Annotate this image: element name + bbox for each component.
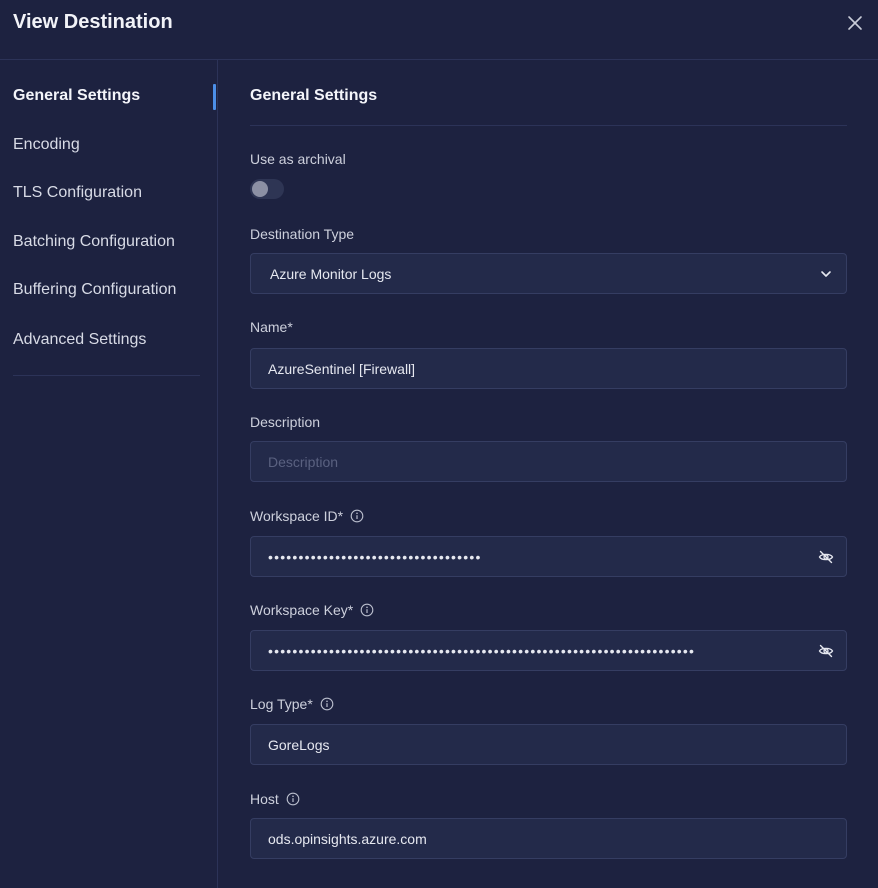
sidebar-item-advanced-settings[interactable]: Advanced Settings (13, 331, 146, 349)
dialog-header: View Destination (0, 0, 878, 60)
section-title: General Settings (250, 87, 378, 104)
sidebar-item-tls-configuration[interactable]: TLS Configuration (13, 184, 142, 202)
workspace-key-label: Workspace Key* (250, 602, 374, 618)
destination-type-select[interactable]: Azure Monitor Logs (250, 253, 847, 294)
info-icon[interactable] (350, 509, 364, 523)
archival-label: Use as archival (250, 151, 346, 167)
log-type-value: GoreLogs (268, 736, 330, 753)
info-icon[interactable] (320, 697, 334, 711)
destination-type-label: Destination Type (250, 226, 355, 242)
settings-sidebar: General Settings Encoding TLS Configurat… (0, 60, 218, 888)
info-icon[interactable] (286, 792, 300, 806)
name-value: AzureSentinel [Firewall] (268, 360, 416, 377)
name-label: Name* (250, 319, 293, 335)
eye-off-icon[interactable] (818, 549, 834, 565)
destination-type-value: Azure Monitor Logs (270, 265, 392, 282)
workspace-id-label: Workspace ID* (250, 508, 364, 524)
workspace-key-masked: ••••••••••••••••••••••••••••••••••••••••… (268, 642, 696, 659)
name-field[interactable]: AzureSentinel [Firewall] (250, 348, 847, 389)
dialog-title: View Destination (13, 11, 173, 33)
description-placeholder: Description (268, 453, 339, 470)
sidebar-divider (13, 375, 200, 376)
sidebar-item-general-settings[interactable]: General Settings (13, 87, 140, 105)
workspace-id-field[interactable]: ••••••••••••••••••••••••••••••••••• (250, 536, 847, 577)
sidebar-item-batching-configuration[interactable]: Batching Configuration (13, 233, 175, 251)
host-label: Host (250, 791, 300, 807)
host-field[interactable]: ods.opinsights.azure.com (250, 818, 847, 859)
description-field[interactable]: Description (250, 441, 847, 482)
toggle-knob (252, 181, 268, 197)
workspace-key-field[interactable]: ••••••••••••••••••••••••••••••••••••••••… (250, 630, 847, 671)
log-type-label: Log Type* (250, 696, 334, 712)
archival-toggle[interactable] (250, 179, 284, 199)
chevron-down-icon (821, 271, 831, 277)
sidebar-item-encoding[interactable]: Encoding (13, 136, 80, 154)
log-type-field[interactable]: GoreLogs (250, 724, 847, 765)
sidebar-item-buffering-configuration[interactable]: Buffering Configuration (13, 281, 176, 299)
close-icon[interactable] (845, 13, 865, 33)
host-value: ods.opinsights.azure.com (268, 830, 427, 847)
workspace-id-masked: ••••••••••••••••••••••••••••••••••• (268, 548, 482, 565)
section-divider (250, 125, 847, 126)
info-icon[interactable] (360, 603, 374, 617)
active-indicator (213, 84, 216, 110)
description-label: Description (250, 414, 321, 430)
eye-off-icon[interactable] (818, 643, 834, 659)
